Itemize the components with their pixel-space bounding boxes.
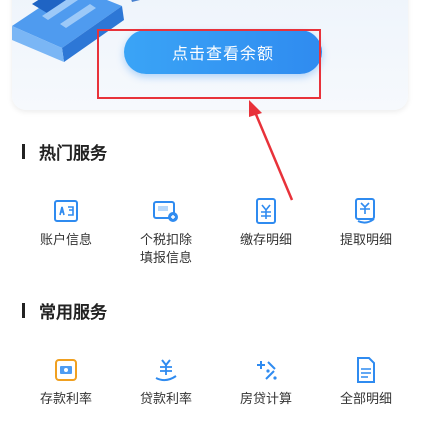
loan-rate-icon [151, 355, 181, 385]
service-label: 贷款利率 [139, 392, 192, 407]
hot-services-grid: 账户信息 个税扣除填报信息 缴存明细 提取明细 [16, 196, 416, 268]
service-label: 存款利率 [39, 392, 92, 407]
account-info-icon [51, 196, 81, 226]
service-label: 提取明细 [339, 233, 392, 248]
common-services-grid: 存款利率 贷款利率 房贷计算 全部明细 [16, 355, 416, 409]
hot-services-title: 热门服务 [39, 143, 107, 164]
hot-services-header: 热门服务 [22, 140, 107, 164]
deposit-details-icon [251, 196, 281, 226]
service-loan-rate[interactable]: 贷款利率 [116, 355, 216, 409]
service-deposit-details[interactable]: 缴存明细 [216, 196, 316, 268]
annotation-highlight-box [97, 29, 321, 99]
all-details-icon [351, 355, 381, 385]
service-withdrawal-details[interactable]: 提取明细 [316, 196, 416, 268]
service-account-info[interactable]: 账户信息 [16, 196, 116, 268]
service-all-details[interactable]: 全部明细 [316, 355, 416, 409]
withdrawal-details-icon [351, 196, 381, 226]
service-label: 房贷计算 [239, 392, 292, 407]
common-services-title: 常用服务 [39, 302, 107, 323]
section-marker [22, 143, 25, 159]
service-label: 全部明细 [339, 392, 392, 407]
tax-report-icon [151, 196, 181, 226]
section-marker [22, 302, 25, 318]
mortgage-calc-icon [251, 355, 281, 385]
service-label: 缴存明细 [239, 233, 292, 248]
service-label: 账户信息 [39, 233, 92, 248]
service-mortgage-calc[interactable]: 房贷计算 [216, 355, 316, 409]
deposit-rate-icon [51, 355, 81, 385]
service-tax-report[interactable]: 个税扣除填报信息 [116, 196, 216, 268]
service-label: 个税扣除填报信息 [139, 233, 192, 266]
common-services-header: 常用服务 [22, 299, 107, 323]
service-deposit-rate[interactable]: 存款利率 [16, 355, 116, 409]
